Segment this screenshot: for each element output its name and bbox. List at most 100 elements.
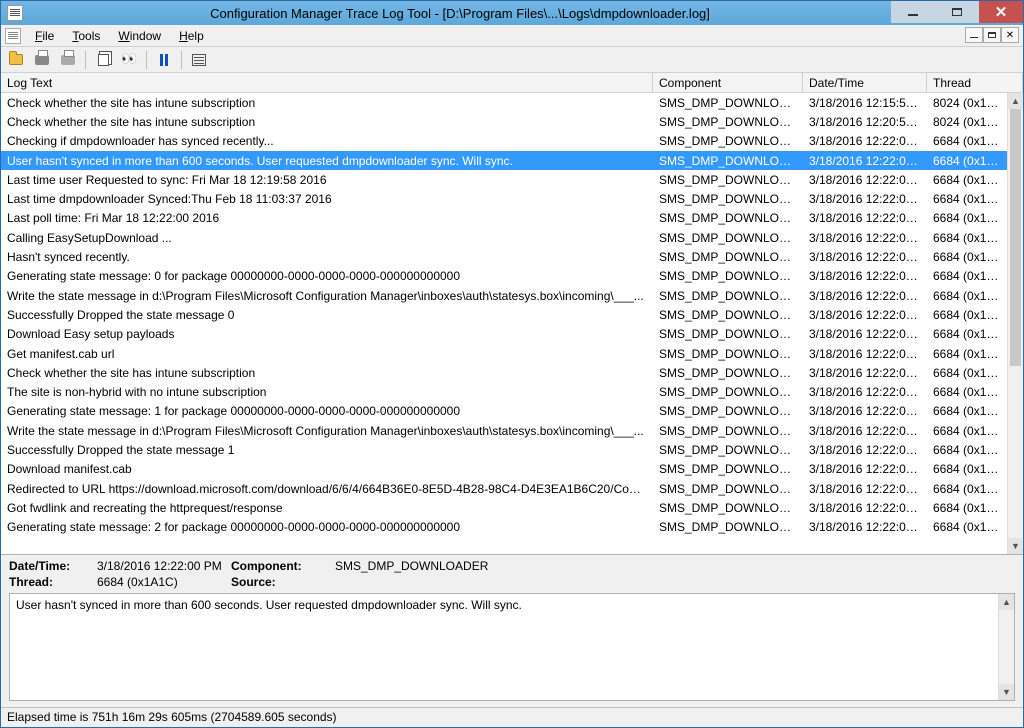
log-row[interactable]: User hasn't synced in more than 600 seco…	[1, 151, 1007, 170]
column-header-thread[interactable]: Thread	[927, 73, 1023, 92]
log-cell-datetime: 3/18/2016 12:22:00 PM	[803, 211, 927, 225]
status-bar: Elapsed time is 751h 16m 29s 605ms (2704…	[1, 707, 1023, 727]
log-cell-component: SMS_DMP_DOWNLOADER	[653, 443, 803, 457]
log-row[interactable]: Write the state message in d:\Program Fi…	[1, 286, 1007, 305]
menu-help[interactable]: Help	[171, 27, 212, 45]
log-cell-text: The site is non-hybrid with no intune su…	[1, 385, 653, 399]
log-row[interactable]: Get manifest.cab urlSMS_DMP_DOWNLOADER3/…	[1, 344, 1007, 363]
log-row[interactable]: Last time dmpdownloader Synced:Thu Feb 1…	[1, 189, 1007, 208]
window-titlebar: Configuration Manager Trace Log Tool - […	[1, 1, 1023, 25]
window-minimize-button[interactable]	[891, 1, 935, 23]
log-cell-component: SMS_DMP_DOWNLOADER	[653, 96, 803, 110]
log-row[interactable]: Write the state message in d:\Program Fi…	[1, 421, 1007, 440]
log-cell-component: SMS_DMP_DOWNLOADER	[653, 269, 803, 283]
log-row[interactable]: The site is non-hybrid with no intune su…	[1, 382, 1007, 401]
log-row[interactable]: Check whether the site has intune subscr…	[1, 112, 1007, 131]
log-row[interactable]: Generating state message: 0 for package …	[1, 267, 1007, 286]
log-row[interactable]: Last poll time: Fri Mar 18 12:22:00 2016…	[1, 209, 1007, 228]
log-cell-component: SMS_DMP_DOWNLOADER	[653, 192, 803, 206]
menu-window-label: indow	[130, 29, 161, 43]
log-row[interactable]: Redirected to URL https://download.micro…	[1, 479, 1007, 498]
menu-bar: File Tools Window Help ✕	[1, 25, 1023, 47]
scroll-down-icon[interactable]: ▼	[999, 684, 1014, 700]
log-row[interactable]: Download Easy setup payloadsSMS_DMP_DOWN…	[1, 325, 1007, 344]
log-row[interactable]: Calling EasySetupDownload ...SMS_DMP_DOW…	[1, 228, 1007, 247]
log-row[interactable]: Successfully Dropped the state message 0…	[1, 305, 1007, 324]
app-icon	[7, 5, 23, 21]
log-cell-component: SMS_DMP_DOWNLOADER	[653, 462, 803, 476]
log-row[interactable]: Last time user Requested to sync: Fri Ma…	[1, 170, 1007, 189]
pause-button[interactable]	[153, 49, 175, 71]
log-list: Check whether the site has intune subscr…	[1, 93, 1023, 554]
log-row[interactable]: Generating state message: 2 for package …	[1, 518, 1007, 537]
window-maximize-button[interactable]	[935, 1, 979, 23]
log-cell-thread: 6684 (0x1A1C)	[927, 482, 1007, 496]
copy-icon	[98, 54, 109, 66]
log-cell-datetime: 3/18/2016 12:22:00 PM	[803, 154, 927, 168]
print-button[interactable]	[31, 49, 53, 71]
mdi-close-button[interactable]: ✕	[1001, 27, 1019, 43]
menu-window[interactable]: Window	[110, 27, 169, 45]
log-cell-component: SMS_DMP_DOWNLOADER	[653, 289, 803, 303]
log-row[interactable]: Check whether the site has intune subscr…	[1, 363, 1007, 382]
column-header-datetime[interactable]: Date/Time	[803, 73, 927, 92]
log-row[interactable]: Check whether the site has intune subscr…	[1, 93, 1007, 112]
find-button[interactable]: 👀	[118, 49, 140, 71]
log-row[interactable]: Checking if dmpdownloader has synced rec…	[1, 132, 1007, 151]
log-cell-component: SMS_DMP_DOWNLOADER	[653, 520, 803, 534]
log-cell-text: User hasn't synced in more than 600 seco…	[1, 154, 653, 168]
log-cell-thread: 6684 (0x1A1C)	[927, 327, 1007, 341]
log-cell-datetime: 3/18/2016 12:22:00 PM	[803, 269, 927, 283]
log-cell-component: SMS_DMP_DOWNLOADER	[653, 250, 803, 264]
mdi-minimize-button[interactable]	[965, 27, 983, 43]
log-scrollbar[interactable]: ▲ ▼	[1007, 93, 1023, 554]
window-close-button[interactable]: ✕	[979, 1, 1023, 23]
toolbar-separator	[85, 51, 86, 69]
scroll-thumb[interactable]	[1010, 109, 1021, 366]
toolbar-separator	[181, 51, 182, 69]
column-header-logtext[interactable]: Log Text	[1, 73, 653, 92]
log-row[interactable]: Hasn't synced recently.SMS_DMP_DOWNLOADE…	[1, 247, 1007, 266]
log-cell-component: SMS_DMP_DOWNLOADER	[653, 231, 803, 245]
detail-source-value	[335, 575, 1015, 589]
log-cell-thread: 6684 (0x1A1C)	[927, 308, 1007, 322]
log-cell-thread: 6684 (0x1A1C)	[927, 366, 1007, 380]
log-row[interactable]: Generating state message: 1 for package …	[1, 402, 1007, 421]
open-button[interactable]	[5, 49, 27, 71]
detail-scrollbar[interactable]: ▲ ▼	[998, 594, 1014, 700]
log-cell-thread: 6684 (0x1A1C)	[927, 250, 1007, 264]
menu-file[interactable]: File	[27, 27, 62, 45]
log-cell-text: Write the state message in d:\Program Fi…	[1, 289, 653, 303]
log-cell-text: Successfully Dropped the state message 0	[1, 308, 653, 322]
highlight-button[interactable]	[188, 49, 210, 71]
scroll-up-icon[interactable]: ▲	[999, 594, 1014, 610]
log-cell-datetime: 3/18/2016 12:22:00 PM	[803, 385, 927, 399]
print-setup-button[interactable]	[57, 49, 79, 71]
mdi-restore-button[interactable]	[983, 27, 1001, 43]
log-cell-thread: 6684 (0x1A1C)	[927, 231, 1007, 245]
log-cell-thread: 6684 (0x1A1C)	[927, 520, 1007, 534]
scroll-up-icon[interactable]: ▲	[1008, 93, 1023, 109]
detail-thread-value: 6684 (0x1A1C)	[97, 575, 227, 589]
log-row[interactable]: Successfully Dropped the state message 1…	[1, 440, 1007, 459]
detail-source-label: Source:	[231, 575, 331, 589]
detail-panel: Date/Time: 3/18/2016 12:22:00 PM Compone…	[1, 554, 1023, 707]
column-header-component[interactable]: Component	[653, 73, 803, 92]
log-cell-datetime: 3/18/2016 12:22:00 PM	[803, 289, 927, 303]
log-row[interactable]: Got fwdlink and recreating the httpreque…	[1, 498, 1007, 517]
scroll-down-icon[interactable]: ▼	[1008, 538, 1023, 554]
log-cell-thread: 6684 (0x1A1C)	[927, 385, 1007, 399]
log-cell-component: SMS_DMP_DOWNLOADER	[653, 404, 803, 418]
detail-message-box[interactable]: User hasn't synced in more than 600 seco…	[9, 593, 1015, 701]
log-cell-component: SMS_DMP_DOWNLOADER	[653, 385, 803, 399]
status-text: Elapsed time is 751h 16m 29s 605ms (2704…	[7, 710, 337, 724]
log-cell-datetime: 3/18/2016 12:22:00 PM	[803, 366, 927, 380]
log-cell-component: SMS_DMP_DOWNLOADER	[653, 347, 803, 361]
log-row[interactable]: Download manifest.cabSMS_DMP_DOWNLOADER3…	[1, 460, 1007, 479]
log-cell-component: SMS_DMP_DOWNLOADER	[653, 211, 803, 225]
log-cell-text: Generating state message: 1 for package …	[1, 404, 653, 418]
log-cell-datetime: 3/18/2016 12:22:00 PM	[803, 424, 927, 438]
copy-button[interactable]	[92, 49, 114, 71]
menu-tools[interactable]: Tools	[64, 27, 108, 45]
log-cell-text: Got fwdlink and recreating the httpreque…	[1, 501, 653, 515]
